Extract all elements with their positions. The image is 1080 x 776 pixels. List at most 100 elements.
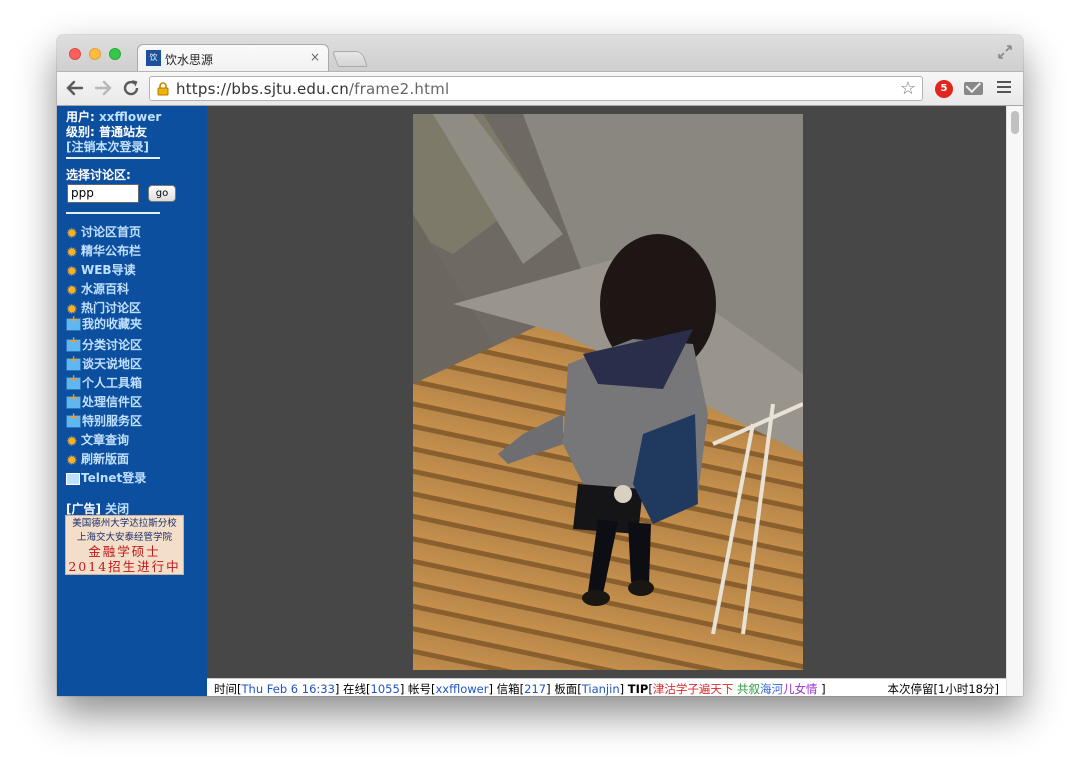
- reload-icon[interactable]: [121, 77, 141, 103]
- vertical-scrollbar[interactable]: [1006, 106, 1023, 696]
- lock-icon: [156, 81, 170, 96]
- mail-icon[interactable]: [964, 82, 983, 95]
- scrollbar-thumb[interactable]: [1011, 111, 1019, 134]
- time-label: 时间: [214, 682, 237, 696]
- bookmark-star-icon[interactable]: ☆: [900, 78, 916, 99]
- browser-window: 饮水 饮水思源 × https://bbs.sj: [57, 35, 1023, 696]
- sidebar: 用户: xxfflower 级别: 普通站友 [注销本次登录] 选择讨论区: p…: [57, 106, 207, 696]
- sidebar-item-board-home[interactable]: ✹ 讨论区首页: [66, 223, 141, 241]
- gear-icon: ✹: [66, 434, 78, 450]
- mail-count-link[interactable]: 217: [524, 682, 546, 696]
- board-label: 板面: [554, 682, 578, 696]
- sidebar-item-favorites[interactable]: 我的收藏夹: [66, 313, 142, 333]
- tip-text-4: 儿女情: [783, 682, 818, 696]
- sidebar-item-label: 精华公布栏: [81, 244, 142, 258]
- sidebar-item-label: 刷新版面: [81, 452, 130, 466]
- main-frame: [207, 106, 1006, 678]
- logout-link[interactable]: [注销本次登录]: [66, 138, 149, 155]
- ad-line-4: 2014招生进行中: [68, 559, 181, 574]
- favicon-icon: 饮水: [146, 50, 161, 78]
- sidebar-item-mail[interactable]: 处理信件区: [66, 391, 143, 411]
- online-label: 在线: [343, 682, 367, 696]
- fullscreen-icon[interactable]: [997, 44, 1013, 60]
- ad-label: [广告]: [66, 502, 101, 516]
- sidebar-item-label: 讨论区首页: [81, 225, 142, 239]
- tip-label: TIP: [627, 682, 649, 696]
- sidebar-item-label: 热门讨论区: [81, 301, 142, 315]
- tab-title: 饮水思源: [165, 53, 214, 67]
- mail-label: 信箱: [496, 682, 520, 696]
- sidebar-item-wiki[interactable]: ✹ 水源百科: [66, 280, 129, 298]
- url-host: bbs.sjtu.edu.cn: [231, 80, 349, 98]
- sidebar-item-label: 个人工具箱: [82, 376, 143, 390]
- folder-icon: [66, 372, 81, 390]
- new-tab-button[interactable]: [332, 51, 368, 67]
- gear-icon: ✹: [66, 264, 78, 280]
- level-value: 普通站友: [99, 125, 148, 139]
- tip-text-1: 津沽学子遍天下: [652, 682, 734, 696]
- close-window-button[interactable]: [69, 48, 81, 60]
- sidebar-item-refresh[interactable]: ✹ 刷新版面: [66, 450, 129, 468]
- stay-label: 本次停留: [887, 682, 934, 696]
- status-left: 时间[Thu Feb 6 16:33] 在线[1055] 帐号[xxfflowe…: [214, 682, 826, 696]
- sidebar-item-label: 谈天说地区: [82, 357, 143, 371]
- minimize-window-button[interactable]: [89, 48, 101, 60]
- hamburger-menu-icon[interactable]: [997, 81, 1011, 95]
- level-label: 级别:: [66, 125, 95, 139]
- sidebar-item-toolbox[interactable]: 个人工具箱: [66, 372, 143, 392]
- sidebar-item-web-guide[interactable]: ✹ WEB导读: [66, 261, 136, 279]
- divider: [66, 157, 160, 159]
- sidebar-item-label: 水源百科: [81, 282, 130, 296]
- select-board-label: 选择讨论区:: [66, 168, 131, 182]
- account-label: 帐号: [407, 682, 431, 696]
- page-content: 用户: xxfflower 级别: 普通站友 [注销本次登录] 选择讨论区: p…: [57, 106, 1023, 696]
- url-path: /frame2.html: [348, 80, 450, 98]
- zoom-window-button[interactable]: [109, 48, 121, 60]
- folder-icon: [66, 334, 81, 352]
- sidebar-item-label: 特别服务区: [82, 414, 143, 428]
- stay-value: 1小时18分: [938, 682, 995, 696]
- tab-close-icon[interactable]: ×: [310, 50, 320, 64]
- online-count[interactable]: 1055: [371, 682, 400, 696]
- board-search-input[interactable]: ppp: [67, 184, 139, 203]
- sidebar-item-telnet[interactable]: Telnet登录: [66, 469, 146, 487]
- status-bar: 时间[Thu Feb 6 16:33] 在线[1055] 帐号[xxfflowe…: [207, 678, 1006, 696]
- board-link[interactable]: Tianjin: [582, 682, 620, 696]
- user-label: 用户:: [66, 110, 95, 124]
- sidebar-item-label: 文章查询: [81, 433, 130, 447]
- tip-text-3: 海河: [760, 682, 783, 696]
- divider: [66, 212, 160, 214]
- ad-close-link[interactable]: 关闭: [105, 502, 129, 516]
- folder-icon: [66, 410, 81, 428]
- sidebar-item-categories[interactable]: 分类讨论区: [66, 334, 142, 354]
- go-button[interactable]: go: [148, 185, 176, 202]
- sidebar-item-chat[interactable]: 谈天说地区: [66, 353, 143, 373]
- sidebar-item-label: 处理信件区: [82, 395, 143, 409]
- extension-icon[interactable]: 5: [935, 80, 953, 98]
- sidebar-item-label: WEB导读: [81, 263, 136, 277]
- username: xxfflower: [99, 110, 162, 124]
- tab-active[interactable]: 饮水 饮水思源 ×: [137, 44, 329, 78]
- sidebar-item-special-services[interactable]: 特别服务区: [66, 410, 143, 430]
- terminal-icon: [66, 473, 80, 485]
- browser-toolbar: https://bbs.sjtu.edu.cn/frame2.html ☆ 5: [57, 71, 1023, 106]
- browser-chrome: 饮水 饮水思源 × https://bbs.sj: [57, 35, 1023, 106]
- sidebar-item-digest[interactable]: ✹ 精华公布栏: [66, 242, 141, 260]
- folder-icon: [66, 353, 81, 371]
- sidebar-item-label: Telnet登录: [81, 471, 147, 485]
- ad-line-1: 美国德州大学达拉斯分校: [72, 518, 177, 529]
- gear-icon: ✹: [66, 226, 78, 242]
- ad-banner[interactable]: 美国德州大学达拉斯分校 上海交大安泰经管学院 金融学硕士 2014招生进行中: [65, 515, 184, 575]
- ad-line-2: 上海交大安泰经管学院: [76, 532, 172, 543]
- ad-line-3: 金融学硕士: [88, 544, 161, 559]
- address-bar[interactable]: https://bbs.sjtu.edu.cn/frame2.html ☆: [149, 76, 923, 101]
- status-right: 本次停留[1小时18分]: [887, 682, 999, 696]
- url-prefix: https://: [176, 80, 232, 98]
- folder-icon: [66, 391, 81, 409]
- forward-arrow-icon[interactable]: [93, 77, 113, 103]
- back-arrow-icon[interactable]: [65, 77, 85, 103]
- time-value: Thu Feb 6 16:33: [241, 682, 335, 696]
- account-link[interactable]: xxfflower: [435, 682, 488, 696]
- tab-strip: 饮水 饮水思源 ×: [57, 35, 1023, 78]
- sidebar-item-article-search[interactable]: ✹ 文章查询: [66, 431, 129, 449]
